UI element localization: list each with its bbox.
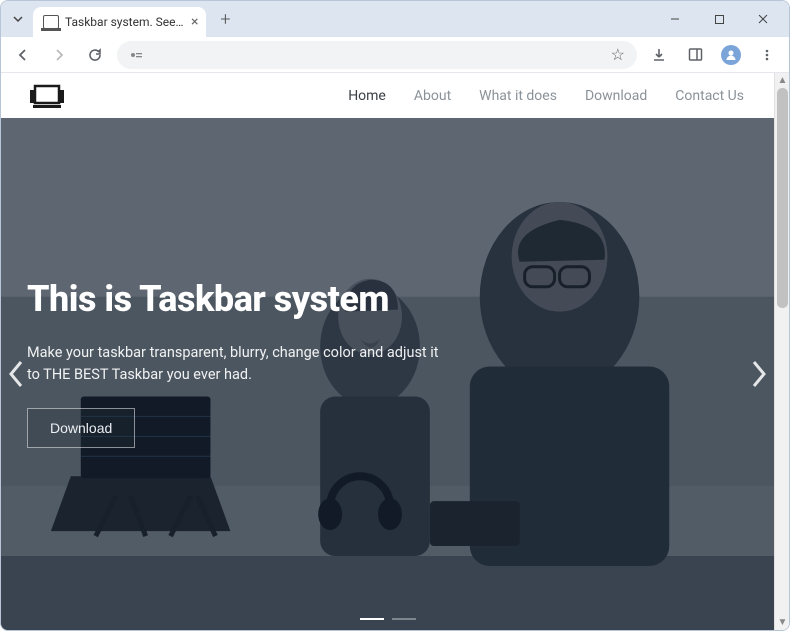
panel-icon [688,47,703,62]
nav-contact-us[interactable]: Contact Us [675,88,744,104]
arrow-left-icon [15,47,31,63]
side-panel-button[interactable] [681,41,709,69]
viewport: Home About What it does Download Contact… [1,73,789,630]
favicon-icon [43,15,59,29]
webpage: Home About What it does Download Contact… [1,73,774,630]
avatar-icon [721,45,741,65]
site-header: Home About What it does Download Contact… [1,73,774,118]
nav-download[interactable]: Download [585,88,647,104]
browser-tab[interactable]: Taskbar system. See more - do… × [33,7,206,37]
download-button[interactable]: Download [27,408,135,448]
nav-about[interactable]: About [414,88,451,104]
minimize-button[interactable] [655,4,695,34]
reload-button[interactable] [81,41,109,69]
chevron-right-icon [748,358,768,390]
indicator-2[interactable] [392,618,416,620]
new-tab-button[interactable]: + [212,6,238,32]
hero-subtitle: Make your taskbar transparent, blurry, c… [27,342,447,386]
tab-title: Taskbar system. See more - do… [65,15,185,29]
carousel-next[interactable] [746,354,770,394]
browser-titlebar: Taskbar system. See more - do… × + [1,1,789,37]
window-controls [655,4,789,34]
scrollbar-thumb[interactable] [777,88,788,308]
menu-button[interactable] [753,41,781,69]
hero-content: This is Taskbar system Make your taskbar… [27,278,724,448]
arrow-right-icon [51,47,67,63]
bookmark-star-icon[interactable]: ☆ [611,45,625,64]
site-nav: Home About What it does Download Contact… [348,88,744,104]
carousel-indicators [360,618,416,620]
minimize-icon [669,13,681,25]
forward-button[interactable] [45,41,73,69]
maximize-icon [714,14,725,25]
hero-section: This is Taskbar system Make your taskbar… [1,118,774,630]
browser-window: Taskbar system. See more - do… × + ☆ [0,0,790,631]
reload-icon [87,47,103,63]
back-button[interactable] [9,41,37,69]
chevron-left-icon [7,358,27,390]
hero-title: This is Taskbar system [27,278,724,320]
download-icon [651,47,667,63]
vertical-scrollbar[interactable]: ▲ ▼ [774,73,789,630]
browser-toolbar: ☆ [1,37,789,73]
nav-what-it-does[interactable]: What it does [479,88,557,104]
scroll-up-icon[interactable]: ▲ [775,73,789,88]
close-icon [757,13,769,25]
profile-button[interactable] [717,41,745,69]
kebab-icon [760,48,774,62]
downloads-button[interactable] [645,41,673,69]
indicator-1[interactable] [360,618,384,620]
scroll-down-icon[interactable]: ▼ [775,615,789,630]
site-info-icon[interactable] [129,48,143,62]
tab-close-icon[interactable]: × [191,14,198,30]
close-window-button[interactable] [743,4,783,34]
maximize-button[interactable] [699,4,739,34]
chevron-down-icon [12,13,24,25]
address-bar[interactable]: ☆ [117,41,637,69]
tab-search-dropdown[interactable] [9,10,27,28]
nav-home[interactable]: Home [348,88,386,104]
monitor-icon [27,82,67,112]
carousel-prev[interactable] [5,354,29,394]
site-logo[interactable] [27,82,65,110]
